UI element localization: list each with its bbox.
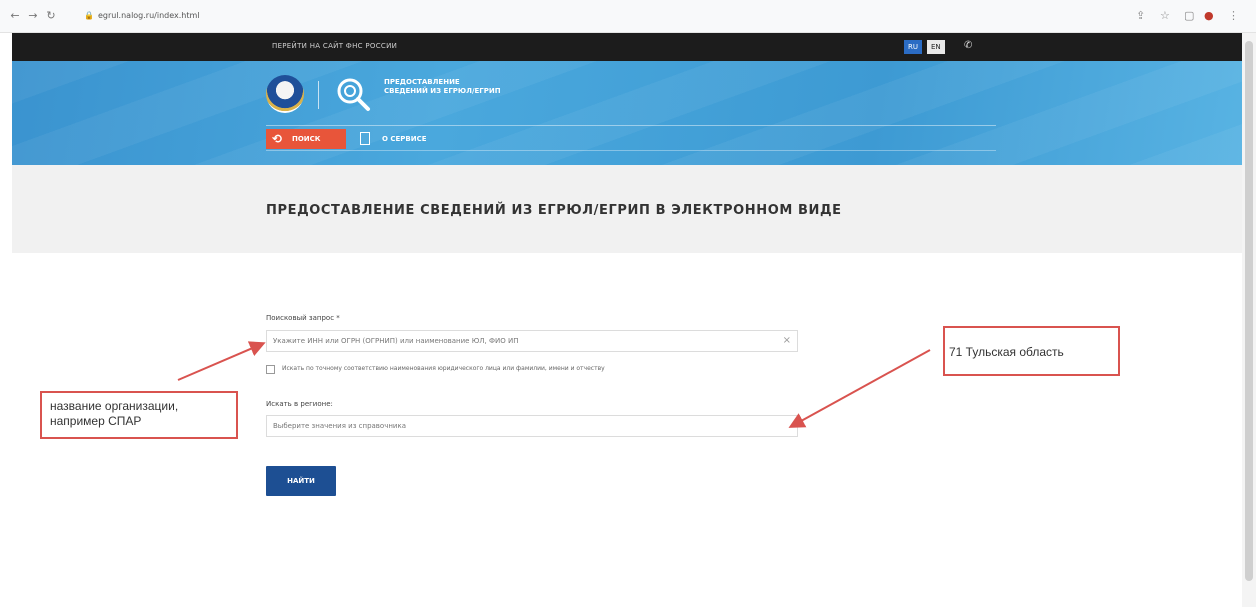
annotation-organization-note: название организации, например СПАР [40,391,238,439]
header-divider [318,81,319,109]
forward-icon[interactable]: → [26,9,40,23]
header-divider-bottom [266,150,996,151]
site-topbar: ПЕРЕЙТИ НА САЙТ ФНС РОССИИ RU EN ✆ [12,33,1242,61]
share-icon[interactable]: ⇪ [1136,9,1145,23]
magnifier-logo-icon [337,78,370,111]
menu-icon[interactable]: ⋮ [1228,9,1239,23]
window-icon[interactable]: ▢ [1184,9,1194,23]
url-text: egrul.nalog.ru/index.html [97,11,200,20]
back-icon[interactable]: ← [8,9,22,23]
phone-icon[interactable]: ✆ [964,40,972,51]
profile-icon[interactable]: ● [1204,9,1214,23]
page-title-band: ПРЕДОСТАВЛЕНИЕ СВЕДЕНИЙ ИЗ ЕГРЮЛ/ЕГРИП В… [12,165,1242,253]
region-label: Искать в регионе: [266,400,333,408]
tab-about[interactable]: О СЕРВИСЕ [358,129,438,149]
page-title: ПРЕДОСТАВЛЕНИЕ СВЕДЕНИЙ ИЗ ЕГРЮЛ/ЕГРИП В… [266,203,842,218]
site-header: ПРЕДОСТАВЛЕНИЕ СВЕДЕНИЙ ИЗ ЕГРЮЛ/ЕГРИП ⟲… [12,61,1242,165]
clear-icon[interactable]: × [783,335,791,346]
reload-icon[interactable]: ↻ [44,9,58,23]
browser-toolbar: ← → ↻ 🔒 egrul.nalog.ru/index.html ⇪ ☆ ▢ ●… [0,0,1256,33]
service-title: ПРЕДОСТАВЛЕНИЕ СВЕДЕНИЙ ИЗ ЕГРЮЛ/ЕГРИП [384,78,501,95]
header-divider-top [266,125,996,126]
fns-site-link[interactable]: ПЕРЕЙТИ НА САЙТ ФНС РОССИИ [272,42,397,50]
tab-about-label: О СЕРВИСЕ [382,135,427,143]
fns-emblem-icon[interactable] [266,75,304,113]
document-icon [360,132,370,145]
exact-match-label[interactable]: Искать по точному соответствию наименова… [282,365,605,372]
search-input[interactable]: Укажите ИНН или ОГРН (ОГРНИП) или наимен… [266,330,798,352]
tab-search-label: ПОИСК [292,135,321,143]
exact-match-checkbox[interactable] [266,365,275,374]
address-bar[interactable]: 🔒 egrul.nalog.ru/index.html [84,9,264,23]
tab-search[interactable]: ⟲ ПОИСК [266,129,346,149]
region-select[interactable]: Выберите значения из справочника [266,415,798,437]
star-icon[interactable]: ☆ [1160,9,1170,23]
search-tab-icon: ⟲ [272,132,283,146]
annotation-region-note: 71 Тульская область [943,326,1120,376]
scrollbar-thumb[interactable] [1245,41,1253,581]
page-scrollbar[interactable] [1242,33,1256,607]
lang-ru-button[interactable]: RU [904,40,922,54]
arrow-to-search-input [177,341,266,381]
query-label: Поисковый запрос * [266,314,340,322]
lock-icon: 🔒 [84,11,94,20]
lang-en-button[interactable]: EN [927,40,945,54]
region-select-placeholder: Выберите значения из справочника [273,422,406,430]
find-button[interactable]: НАЙТИ [266,466,336,496]
arrow-to-region-select [788,349,931,428]
search-input-placeholder: Укажите ИНН или ОГРН (ОГРНИП) или наимен… [273,337,519,345]
